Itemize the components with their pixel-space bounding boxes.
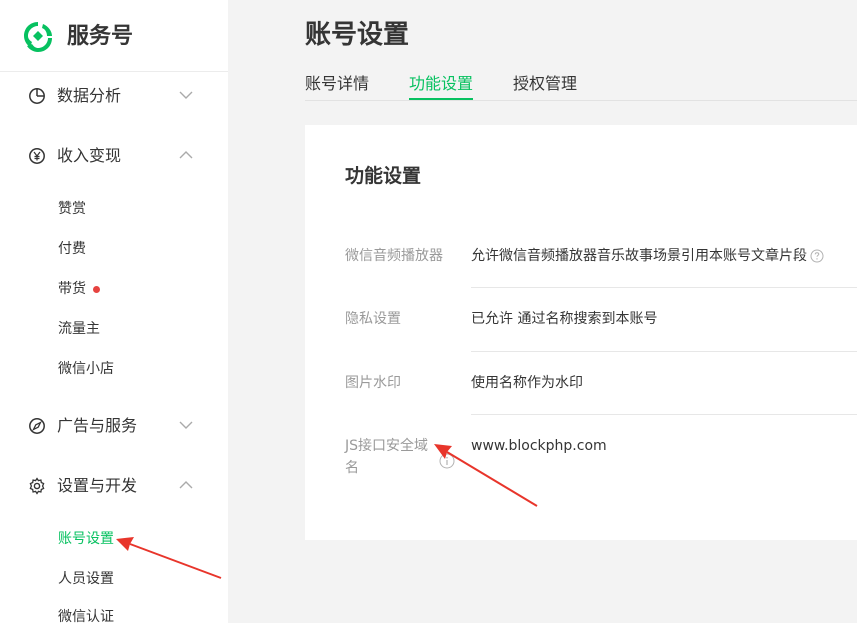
tab-bar: 账号详情 功能设置 授权管理: [305, 70, 857, 101]
setting-label-watermark: 图片水印: [345, 375, 401, 391]
brand-name: 服务号: [67, 24, 134, 49]
compass-icon: [29, 418, 45, 434]
page-title: 账号设置: [305, 20, 410, 50]
sidebar-item-wechat-store[interactable]: 微信小店: [58, 359, 114, 379]
setting-value-audio-player: 允许微信音频播放器音乐故事场景引用本账号文章片段: [471, 248, 807, 264]
tab-feature-settings[interactable]: 功能设置: [409, 73, 473, 95]
tab-authorization-management[interactable]: 授权管理: [513, 73, 577, 95]
brand-header[interactable]: 服务号: [0, 0, 228, 72]
sidebar-item-reward[interactable]: 赞赏: [58, 199, 86, 219]
notification-dot: [93, 286, 100, 293]
setting-label-audio-player: 微信音频播放器: [345, 248, 443, 264]
wechat-mp-logo-icon: [24, 22, 52, 52]
chart-pie-icon: [29, 88, 45, 104]
active-tab-indicator: [409, 98, 473, 100]
row-divider: [471, 351, 857, 352]
nav-group-settings-dev[interactable]: 设置与开发: [0, 466, 228, 506]
setting-label-privacy: 隐私设置: [345, 311, 401, 327]
info-circle-icon[interactable]: [439, 453, 455, 469]
setting-value-watermark: 使用名称作为水印: [471, 375, 583, 391]
nav-group-label: 收入变现: [57, 146, 122, 165]
sidebar-item-wechat-verification[interactable]: 微信认证: [58, 607, 114, 623]
row-divider: [471, 414, 857, 415]
sidebar-item-member-settings[interactable]: 人员设置: [58, 569, 114, 589]
row-divider: [471, 287, 857, 288]
tab-account-details[interactable]: 账号详情: [305, 73, 369, 95]
sidebar-item-sales[interactable]: 带货: [58, 279, 86, 299]
chevron-up-icon: [179, 151, 193, 159]
nav-group-label: 设置与开发: [57, 476, 138, 495]
chevron-up-icon: [179, 481, 193, 489]
setting-value-js-domain: www.blockphp.com: [471, 438, 607, 454]
feature-settings-card: 功能设置 微信音频播放器 允许微信音频播放器音乐故事场景引用本账号文章片段 隐私…: [305, 125, 857, 540]
sidebar-item-paid[interactable]: 付费: [58, 239, 86, 259]
card-title: 功能设置: [345, 165, 422, 187]
nav-group-label: 广告与服务: [57, 416, 138, 435]
chevron-down-icon: [179, 91, 193, 99]
sidebar-item-traffic-owner[interactable]: 流量主: [58, 319, 100, 339]
nav-group-monetization[interactable]: 收入变现: [0, 136, 228, 176]
yen-coin-icon: [29, 148, 45, 164]
gear-icon: [29, 477, 45, 495]
question-circle-icon[interactable]: [810, 249, 824, 263]
setting-label-js-domain: JS接口安全域名: [345, 438, 429, 476]
chevron-down-icon: [179, 421, 193, 429]
setting-value-privacy: 已允许 通过名称搜索到本账号: [471, 311, 658, 327]
nav-group-ads-services[interactable]: 广告与服务: [0, 406, 228, 446]
nav-group-data-analysis[interactable]: 数据分析: [0, 76, 228, 116]
sidebar-item-account-settings[interactable]: 账号设置: [58, 529, 114, 549]
sidebar: 服务号 数据分析 收入变现 赞赏 付费 带货 流量主 微信小店 广告与服务 设置…: [0, 0, 228, 623]
nav-group-label: 数据分析: [57, 86, 122, 105]
